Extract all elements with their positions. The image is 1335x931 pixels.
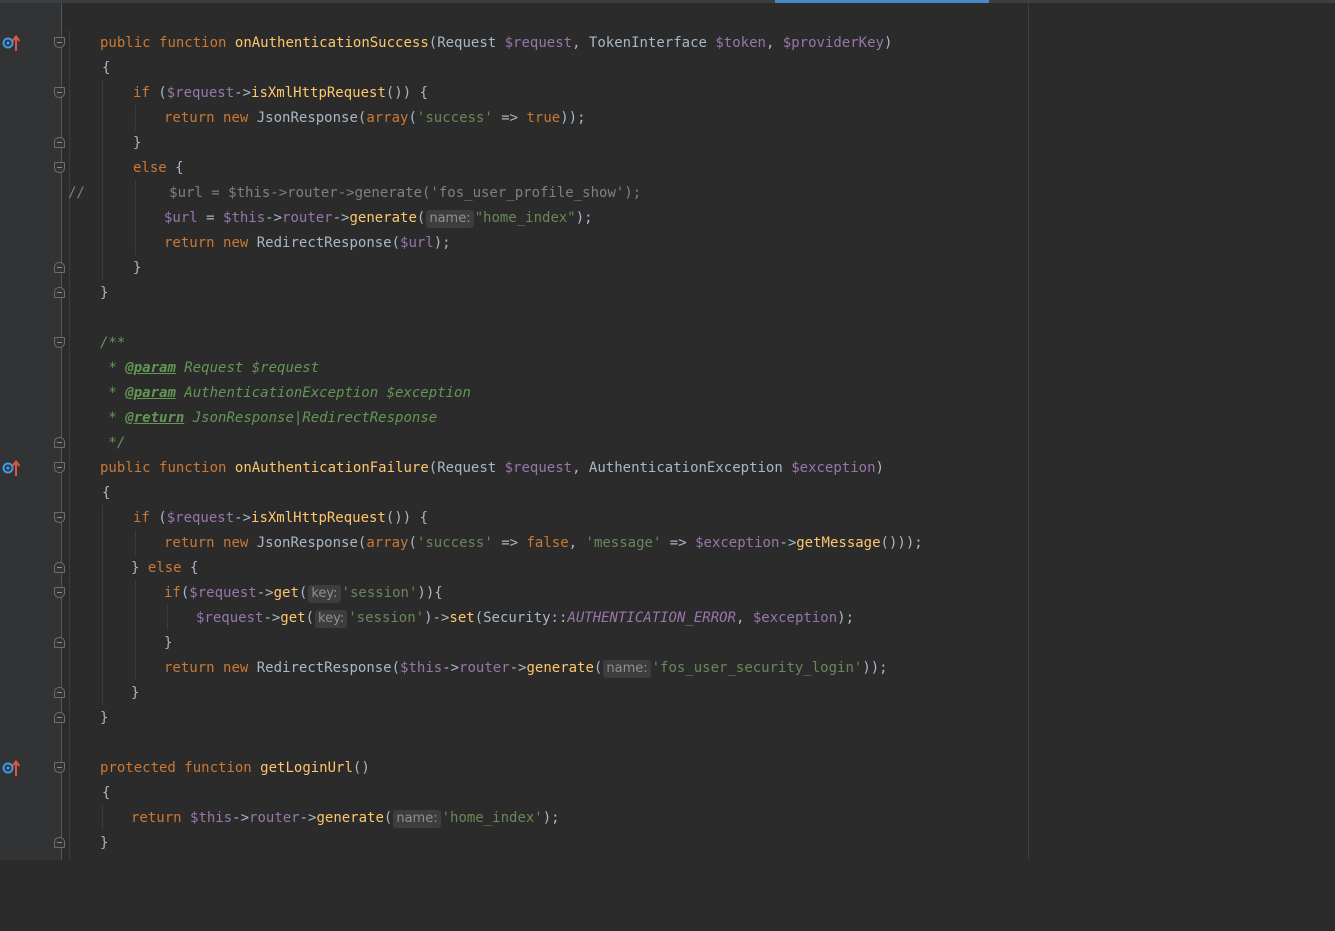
override-method-icon[interactable] bbox=[2, 759, 20, 777]
code-line-11[interactable]: } bbox=[0, 281, 1028, 306]
code-line-25[interactable]: } bbox=[0, 631, 1028, 656]
fold-marker-icon[interactable] bbox=[54, 287, 65, 298]
fold-marker-icon[interactable] bbox=[54, 87, 65, 98]
code-line-9[interactable]: return new RedirectResponse($url); bbox=[0, 231, 1028, 256]
code-line-27[interactable]: } bbox=[0, 681, 1028, 706]
fold-marker-icon[interactable] bbox=[54, 162, 65, 173]
code-line-20[interactable]: if ($request->isXmlHttpRequest()) { bbox=[0, 506, 1028, 531]
fold-marker-icon[interactable] bbox=[54, 587, 65, 598]
code-line-22[interactable]: } else { bbox=[0, 556, 1028, 581]
code-line-19[interactable]: { bbox=[0, 481, 1028, 506]
code-line-24[interactable]: $request->get(key:'session')->set(Securi… bbox=[0, 606, 1028, 631]
code-line-1[interactable]: public function onAuthenticationSuccess(… bbox=[0, 31, 1028, 56]
parameter-hint: name: bbox=[426, 210, 474, 228]
code-line-18[interactable]: public function onAuthenticationFailure(… bbox=[0, 456, 1028, 481]
fold-marker-icon[interactable] bbox=[54, 687, 65, 698]
active-tab-indicator[interactable] bbox=[775, 0, 989, 3]
code-line-33[interactable]: } bbox=[0, 831, 1028, 856]
parameter-hint: key: bbox=[308, 585, 341, 603]
fold-marker-icon[interactable] bbox=[54, 562, 65, 573]
code-line-8[interactable]: $url = $this->router->generate(name: "hom… bbox=[0, 206, 1028, 231]
code-line-6[interactable]: else { bbox=[0, 156, 1028, 181]
code-line-31[interactable]: { bbox=[0, 781, 1028, 806]
code-line-32[interactable]: return $this->router->generate(name:'hom… bbox=[0, 806, 1028, 831]
code-line-17[interactable]: */ bbox=[0, 431, 1028, 456]
code-line-23[interactable]: if($request->get(key:'session')){ bbox=[0, 581, 1028, 606]
override-method-icon[interactable] bbox=[2, 34, 20, 52]
override-method-icon[interactable] bbox=[2, 459, 20, 477]
code-line-26[interactable]: return new RedirectResponse($this->route… bbox=[0, 656, 1028, 681]
fold-marker-icon[interactable] bbox=[54, 337, 65, 348]
fold-marker-icon[interactable] bbox=[54, 837, 65, 848]
code-line-15[interactable]: * @param AuthenticationException $except… bbox=[0, 381, 1028, 406]
code-line-10[interactable]: } bbox=[0, 256, 1028, 281]
parameter-hint: name: bbox=[393, 810, 441, 828]
fold-marker-icon[interactable] bbox=[54, 37, 65, 48]
fold-marker-icon[interactable] bbox=[54, 512, 65, 523]
code-line-16[interactable]: * @return JsonResponse|RedirectResponse bbox=[0, 406, 1028, 431]
code-line-5[interactable]: } bbox=[0, 131, 1028, 156]
fold-marker-icon[interactable] bbox=[54, 462, 65, 473]
code-line-4[interactable]: return new JsonResponse(array('success' … bbox=[0, 106, 1028, 131]
fold-marker-icon[interactable] bbox=[54, 437, 65, 448]
parameter-hint: key: bbox=[315, 610, 348, 628]
code-line-21[interactable]: return new JsonResponse(array('success' … bbox=[0, 531, 1028, 556]
code-line-3[interactable]: if ($request->isXmlHttpRequest()) { bbox=[0, 81, 1028, 106]
fold-marker-icon[interactable] bbox=[54, 762, 65, 773]
code-editor[interactable]: public function onAuthenticationSuccess(… bbox=[0, 31, 1028, 856]
code-line-7[interactable]: // $url = $this->router->generate('fos_u… bbox=[0, 181, 1028, 206]
code-line-28[interactable]: } bbox=[0, 706, 1028, 731]
fold-marker-icon[interactable] bbox=[54, 637, 65, 648]
right-margin-guide bbox=[1028, 3, 1029, 860]
parameter-hint: name: bbox=[603, 660, 651, 678]
fold-marker-icon[interactable] bbox=[54, 262, 65, 273]
code-line-29[interactable] bbox=[0, 731, 1028, 756]
code-line-13[interactable]: /** bbox=[0, 331, 1028, 356]
fold-marker-icon[interactable] bbox=[54, 712, 65, 723]
editor-tab-bar bbox=[0, 0, 1335, 3]
code-line-12[interactable] bbox=[0, 306, 1028, 331]
code-line-2[interactable]: { bbox=[0, 56, 1028, 81]
code-line-30[interactable]: protected function getLoginUrl() bbox=[0, 756, 1028, 781]
code-line-14[interactable]: * @param Request $request bbox=[0, 356, 1028, 381]
fold-marker-icon[interactable] bbox=[54, 137, 65, 148]
